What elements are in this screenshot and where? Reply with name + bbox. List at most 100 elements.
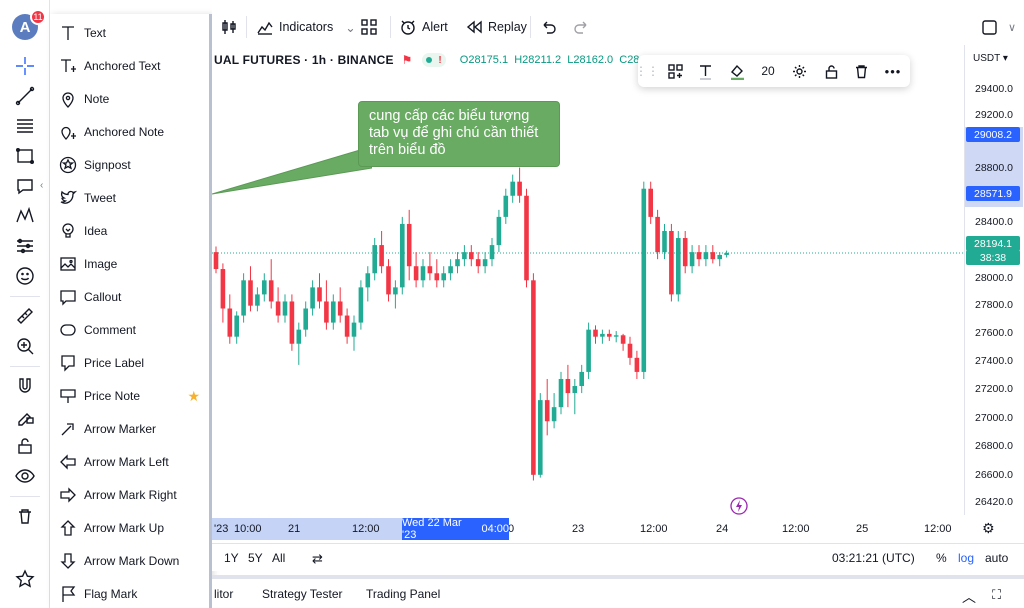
candle-body bbox=[607, 333, 612, 337]
chart-type-button[interactable] bbox=[220, 16, 243, 38]
comment-icon bbox=[57, 319, 79, 341]
time-tick: 23 bbox=[572, 523, 585, 535]
clock-timezone[interactable]: 03:21:21 (UTC) bbox=[832, 551, 915, 565]
tool-item-comment[interactable]: Comment bbox=[50, 315, 209, 345]
unlock-icon[interactable] bbox=[11, 432, 39, 460]
tool-item-arrow-mark-right[interactable]: Arrow Mark Right bbox=[50, 480, 209, 510]
candle bbox=[303, 301, 308, 337]
tool-item-image[interactable]: Image bbox=[50, 249, 209, 279]
tool-item-tweet[interactable]: Tweet bbox=[50, 183, 209, 213]
drag-handle-icon[interactable]: ⋮⋮ bbox=[635, 61, 659, 81]
chart-pane[interactable]: UAL FUTURES · 1h · BINANCE ⚑ ! O28175.1 … bbox=[212, 45, 964, 515]
candle bbox=[682, 230, 688, 274]
time-axis[interactable]: '23 10:00 21 12:00 0 23 12:00 24 12:00 25 12:00 We… bbox=[212, 515, 995, 543]
tool-item-price-label[interactable]: Price Label bbox=[50, 348, 209, 378]
auto-toggle[interactable]: auto bbox=[985, 551, 1008, 565]
candle bbox=[544, 378, 550, 436]
candle-body bbox=[248, 280, 253, 306]
price-tick: 27000.0 bbox=[975, 412, 1013, 424]
text-color-button[interactable] bbox=[694, 61, 716, 81]
replay-button[interactable]: Replay bbox=[465, 16, 527, 38]
tool-item-label: Tweet bbox=[84, 191, 117, 205]
symbol-title[interactable]: UAL FUTURES · 1h · BINANCE bbox=[214, 53, 394, 67]
tool-item-idea[interactable]: Idea bbox=[50, 216, 209, 246]
prediction-tool-icon[interactable] bbox=[11, 232, 39, 260]
annotation-tool-icon[interactable] bbox=[11, 172, 39, 200]
rectangle-tool-icon[interactable] bbox=[11, 142, 39, 170]
tool-item-price-note[interactable]: Price Note ★ bbox=[50, 381, 209, 411]
undo-button[interactable] bbox=[540, 16, 563, 38]
redo-button[interactable] bbox=[572, 16, 595, 38]
goto-date-icon[interactable]: ⇄ bbox=[312, 551, 323, 567]
settings-button[interactable] bbox=[788, 61, 810, 81]
tool-item-anchored-note[interactable]: Anchored Note bbox=[50, 117, 209, 147]
maximize-icon[interactable]: ⛶ bbox=[992, 587, 1001, 603]
tool-item-callout[interactable]: Callout bbox=[50, 282, 209, 312]
candle bbox=[255, 287, 260, 312]
currency-selector[interactable]: USDT ▾ bbox=[973, 53, 1008, 64]
eye-icon[interactable] bbox=[11, 462, 39, 490]
tab-pine-editor[interactable]: litor bbox=[214, 587, 233, 601]
text-style-icon bbox=[699, 64, 711, 80]
layouts-button[interactable] bbox=[360, 16, 383, 38]
range-5y[interactable]: 5Y bbox=[248, 551, 263, 565]
tool-item-signpost[interactable]: Signpost bbox=[50, 150, 209, 180]
tab-trading-panel[interactable]: Trading Panel bbox=[366, 587, 440, 601]
indicators-button[interactable]: Indicators ⌄ bbox=[256, 16, 356, 38]
tool-item-arrow-mark-left[interactable]: Arrow Mark Left bbox=[50, 447, 209, 477]
range-1y[interactable]: 1Y bbox=[224, 551, 239, 565]
flag-icon[interactable]: ⚑ bbox=[402, 53, 413, 67]
candle-body bbox=[662, 230, 667, 253]
zoom-in-icon[interactable] bbox=[11, 332, 39, 360]
chevron-down-icon[interactable]: ⌄ bbox=[345, 20, 355, 35]
fib-retracement-icon[interactable] bbox=[11, 112, 39, 140]
tool-item-note[interactable]: Note bbox=[50, 84, 209, 114]
lock-drawings-icon[interactable] bbox=[11, 402, 39, 430]
crosshair-icon[interactable] bbox=[11, 52, 39, 80]
candle bbox=[641, 181, 647, 379]
emoji-icon[interactable] bbox=[11, 262, 39, 290]
chevron-up-icon[interactable]: ︿ bbox=[962, 587, 976, 607]
candle bbox=[296, 322, 302, 365]
tool-item-arrow-mark-down[interactable]: Arrow Mark Down bbox=[50, 546, 209, 576]
tool-item-text[interactable]: Text bbox=[50, 18, 209, 48]
axis-settings-icon[interactable]: ⚙ bbox=[982, 520, 995, 537]
ruler-icon[interactable] bbox=[11, 302, 39, 330]
open-value: O28175.1 bbox=[459, 54, 509, 66]
trend-line-icon[interactable] bbox=[11, 82, 39, 110]
market-status-pill[interactable]: ! bbox=[422, 53, 446, 67]
font-size-selector[interactable]: 20 bbox=[756, 61, 780, 81]
templates-button[interactable] bbox=[664, 61, 686, 81]
candle bbox=[717, 252, 722, 267]
tool-item-arrow-mark-up[interactable]: Arrow Mark Up bbox=[50, 513, 209, 543]
candlestick-chart[interactable] bbox=[212, 45, 964, 515]
tool-item-anchored-text[interactable]: Anchored Text bbox=[50, 51, 209, 81]
alert-button[interactable]: Alert bbox=[399, 16, 448, 38]
range-all[interactable]: All bbox=[272, 551, 285, 565]
fullscreen-button[interactable] bbox=[980, 16, 1003, 38]
candle-body bbox=[676, 238, 681, 295]
delete-button[interactable] bbox=[850, 61, 872, 81]
trash-icon[interactable] bbox=[11, 502, 39, 530]
favorite-star-icon[interactable]: ★ bbox=[187, 388, 200, 405]
callout-annotation[interactable]: cung cấp các biểu tượng tab vụ để ghi ch… bbox=[358, 101, 560, 167]
collapse-arrow-icon[interactable]: ‹ bbox=[40, 180, 43, 191]
log-toggle[interactable]: log bbox=[958, 551, 974, 565]
percent-toggle[interactable]: % bbox=[936, 551, 947, 565]
star-icon[interactable] bbox=[11, 565, 39, 593]
candle bbox=[310, 280, 315, 316]
callout-text: cung cấp các biểu tượng tab vụ để ghi ch… bbox=[369, 108, 539, 158]
tool-item-arrow-marker[interactable]: Arrow Marker bbox=[50, 414, 209, 444]
more-toolbar-chevron-icon[interactable]: ∨ bbox=[1008, 16, 1016, 38]
price-scale[interactable]: USDT ▾ 29400.0 29200.0 28800.0 28400.0 28000… bbox=[964, 45, 1024, 515]
pattern-tool-icon[interactable] bbox=[11, 202, 39, 230]
candle-body bbox=[241, 280, 246, 316]
lock-button[interactable] bbox=[820, 61, 842, 81]
candle-body bbox=[620, 335, 626, 344]
tool-item-flag-mark[interactable]: Flag Mark bbox=[50, 579, 209, 608]
more-options-icon[interactable]: ••• bbox=[882, 61, 904, 81]
magnet-icon[interactable] bbox=[11, 372, 39, 400]
fill-color-button[interactable] bbox=[726, 61, 748, 81]
tab-strategy-tester[interactable]: Strategy Tester bbox=[262, 587, 342, 601]
toolbar-divider bbox=[10, 366, 40, 367]
